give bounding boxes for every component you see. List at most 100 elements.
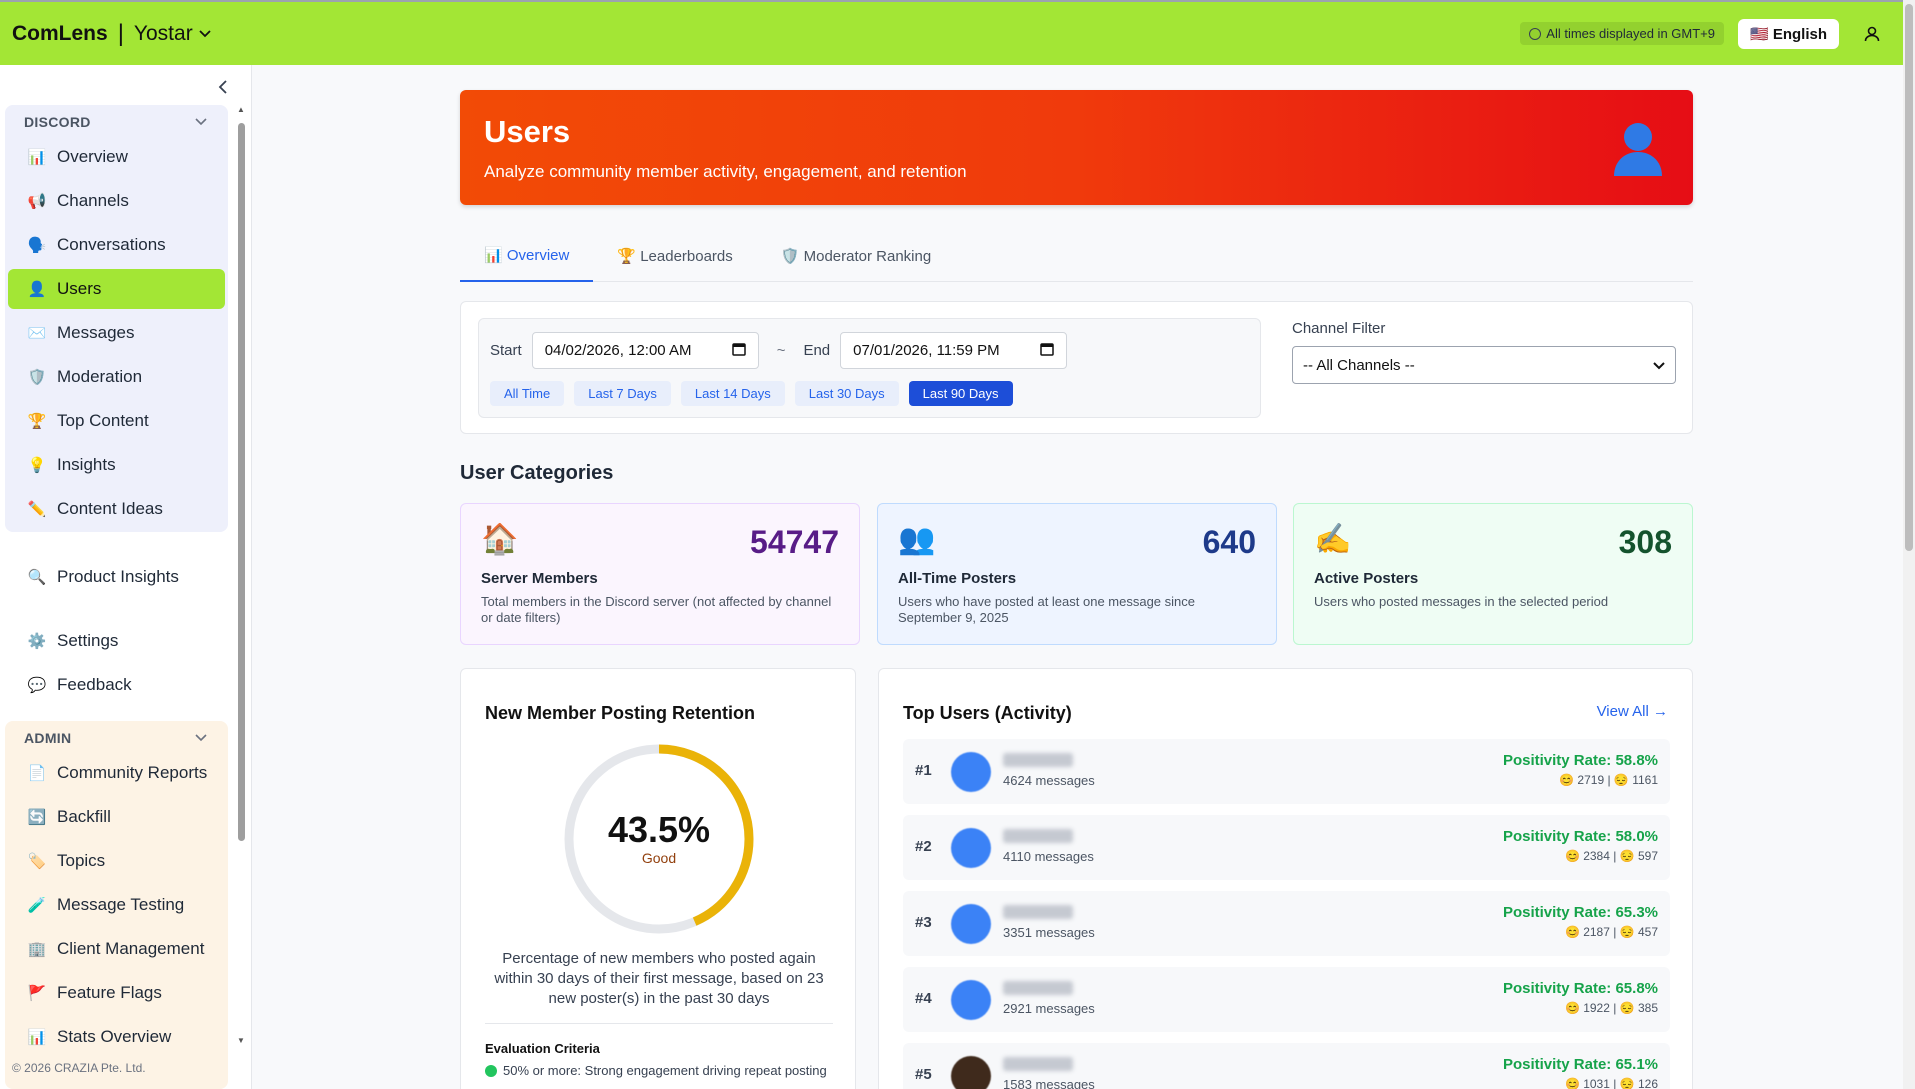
range-14-days-button[interactable]: Last 14 Days [680, 381, 785, 406]
calendar-icon[interactable] [1040, 342, 1054, 360]
server-members-desc: Total members in the Discord server (not… [481, 594, 832, 625]
sidebar-item-messages[interactable]: ✉️ Messages [8, 313, 225, 353]
org-selector[interactable]: Yostar [134, 22, 193, 46]
sidebar-item-label: Insights [57, 455, 116, 474]
sidebar-item-client-management[interactable]: 🏢 Client Management [8, 929, 225, 969]
sidebar-item-conversations[interactable]: 🗣️ Conversations [8, 225, 225, 265]
avatar[interactable] [951, 1056, 991, 1089]
tab-bar: 📊 Overview 🏆 Leaderboards 🛡️ Moderator R… [460, 230, 1693, 282]
avatar[interactable] [951, 904, 991, 944]
magnifier-icon: 🔍 [27, 569, 47, 586]
sidebar-standalone: 🔍 Product Insights [5, 553, 228, 601]
message-count: 3351 messages [1003, 925, 1095, 940]
chevron-down-icon[interactable] [195, 731, 207, 745]
active-posters-count: 308 [1618, 524, 1672, 560]
sidebar-item-moderation[interactable]: 🛡️ Moderation [8, 357, 225, 397]
timezone-text: All times displayed in GMT+9 [1546, 26, 1715, 41]
username-redacted[interactable] [1003, 981, 1073, 995]
sidebar-item-overview[interactable]: 📊 Overview [8, 137, 225, 177]
sidebar-item-label: Topics [57, 851, 106, 870]
sidebar-item-insights[interactable]: 💡 Insights [8, 445, 225, 485]
language-button[interactable]: 🇺🇸 English [1737, 18, 1839, 49]
sentiment-counts: 😊 2719 | 😔 1161 [1559, 773, 1658, 787]
tab-overview[interactable]: 📊 Overview [460, 230, 594, 282]
sidebar-item-stats-overview[interactable]: 📊 Stats Overview [8, 1017, 225, 1057]
avatar[interactable] [951, 752, 991, 792]
top-users-title: Top Users (Activity) [903, 703, 1072, 723]
start-label: Start [490, 342, 522, 359]
message-count: 4624 messages [1003, 773, 1095, 788]
table-row[interactable]: #4 2921 messages Positivity Rate: 65.8% … [903, 967, 1670, 1032]
date-row: Start 04/02/2026, 12:00 AM ~ End 07/01/2… [490, 332, 1068, 369]
tab-moderator-ranking[interactable]: 🛡️ Moderator Ranking [757, 230, 955, 282]
chevron-down-icon[interactable] [199, 26, 211, 41]
shield-icon: 🛡️ [27, 369, 47, 386]
range-30-days-button[interactable]: Last 30 Days [794, 381, 899, 406]
tab-leaderboards[interactable]: 🏆 Leaderboards [593, 230, 756, 282]
range-90-days-button[interactable]: Last 90 Days [908, 381, 1013, 406]
sidebar-item-feature-flags[interactable]: 🚩 Feature Flags [8, 973, 225, 1013]
retention-title: New Member Posting Retention [485, 703, 756, 723]
page-subtitle: Analyze community member activity, engag… [484, 162, 967, 181]
chevron-down-icon[interactable] [195, 115, 207, 129]
user-rank: #2 [915, 838, 932, 855]
end-date-input[interactable]: 07/01/2026, 11:59 PM [840, 332, 1068, 369]
sidebar-item-content-ideas[interactable]: ✏️ Content Ideas [8, 489, 225, 529]
brand-logo[interactable]: ComLens [12, 22, 108, 46]
admin-group-title: ADMIN [24, 730, 72, 746]
quick-range-buttons: All Time Last 7 Days Last 14 Days Last 3… [490, 381, 1013, 406]
avatar[interactable] [951, 828, 991, 868]
view-all-link[interactable]: View All → [1597, 703, 1668, 720]
table-row[interactable]: #5 1583 messages Positivity Rate: 65.1% … [903, 1043, 1670, 1089]
sidebar-item-feedback[interactable]: 💬 Feedback [5, 665, 228, 705]
sidebar-item-topics[interactable]: 🏷️ Topics [8, 841, 225, 881]
username-redacted[interactable] [1003, 1057, 1073, 1071]
sidebar-item-label: Moderation [57, 367, 143, 386]
all-time-posters-count: 640 [1202, 524, 1256, 560]
window-scrollbar-thumb[interactable] [1905, 4, 1913, 551]
admin-group: ADMIN 📄 Community Reports 🔄 Backfill 🏷️ Top… [5, 721, 228, 1089]
office-building-icon: 🏢 [27, 941, 47, 958]
collapse-sidebar-icon[interactable] [218, 79, 228, 100]
sidebar-item-product-insights[interactable]: 🔍 Product Insights [5, 557, 228, 597]
sidebar-item-settings[interactable]: ⚙️ Settings [5, 621, 228, 661]
user-rank: #1 [915, 762, 932, 779]
start-date-input[interactable]: 04/02/2026, 12:00 AM [531, 332, 759, 369]
table-row[interactable]: #2 4110 messages Positivity Rate: 58.0% … [903, 815, 1670, 880]
user-icon[interactable] [1859, 21, 1885, 47]
sidebar-item-users[interactable]: 👤 Users [8, 269, 225, 309]
sidebar-item-channels[interactable]: 📢 Channels [8, 181, 225, 221]
window-scrollbar[interactable] [1903, 0, 1915, 1089]
range-all-time-button[interactable]: All Time [490, 381, 565, 406]
sidebar-item-label: Users [57, 279, 102, 298]
user-rank: #4 [915, 990, 932, 1007]
table-row[interactable]: #1 4624 messages Positivity Rate: 58.8% … [903, 739, 1670, 804]
admin-group-header[interactable]: ADMIN [8, 727, 225, 749]
username-redacted[interactable] [1003, 905, 1073, 919]
sidebar-item-backfill[interactable]: 🔄 Backfill [8, 797, 225, 837]
channel-filter-select[interactable]: -- All Channels -- [1292, 346, 1676, 384]
username-redacted[interactable] [1003, 829, 1073, 843]
sidebar-item-community-reports[interactable]: 📄 Community Reports [8, 753, 225, 793]
sidebar-scrollbar[interactable]: ▲ ▼ [236, 105, 246, 1045]
sidebar-item-top-content[interactable]: 🏆 Top Content [8, 401, 225, 441]
chevron-down-icon[interactable] [1653, 357, 1665, 374]
sidebar-scrollbar-thumb[interactable] [238, 123, 245, 841]
username-redacted[interactable] [1003, 753, 1073, 767]
active-posters-card: ✍️ 308 Active Posters Users who posted m… [1293, 503, 1693, 645]
clock-icon [1529, 27, 1542, 40]
sidebar-item-message-testing[interactable]: 🧪 Message Testing [8, 885, 225, 925]
avatar[interactable] [951, 980, 991, 1020]
scroll-down-arrow-icon[interactable]: ▼ [237, 1036, 245, 1045]
scroll-up-arrow-icon[interactable]: ▲ [237, 105, 245, 114]
brand-separator: | [117, 19, 124, 47]
discord-group-header[interactable]: DISCORD [8, 111, 225, 133]
positivity-rate: Positivity Rate: 65.3% [1502, 904, 1658, 921]
sidebar-item-label: Top Content [57, 411, 149, 430]
calendar-icon[interactable] [731, 342, 746, 360]
range-7-days-button[interactable]: Last 7 Days [574, 381, 671, 406]
table-row[interactable]: #3 3351 messages Positivity Rate: 65.3% … [903, 891, 1670, 956]
gear-icon: ⚙️ [27, 633, 47, 650]
trophy-icon: 🏆 [27, 413, 47, 430]
envelope-icon: ✉️ [27, 325, 47, 342]
